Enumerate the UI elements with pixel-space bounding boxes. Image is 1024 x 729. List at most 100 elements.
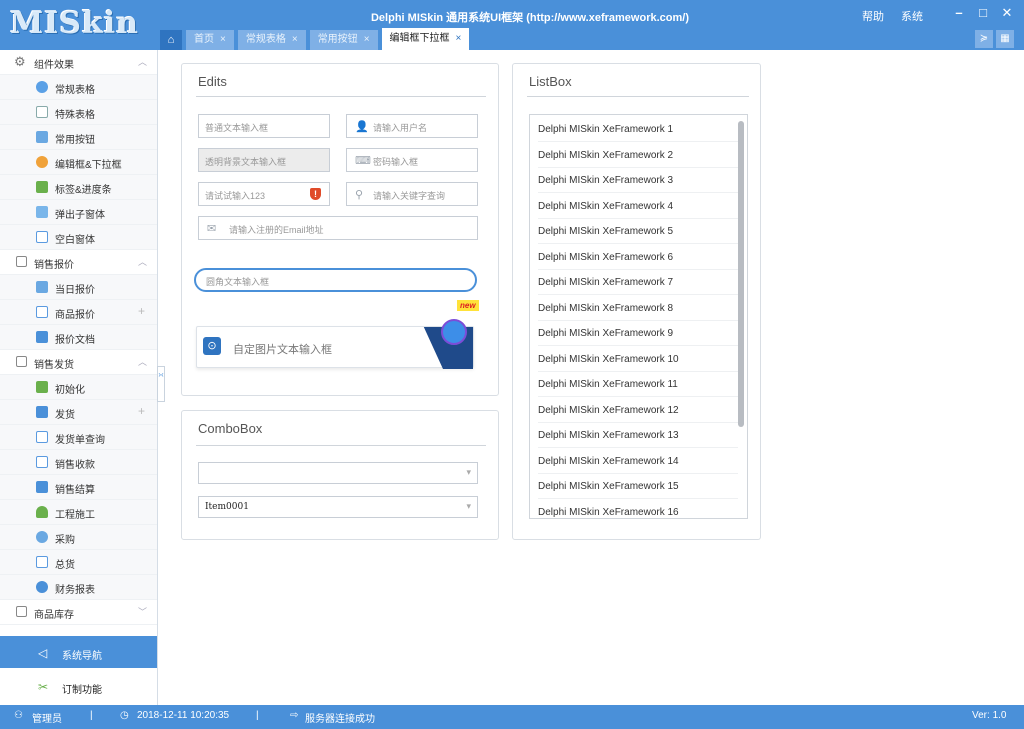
sidebar-item-construction[interactable]: 工程施工 [0, 500, 157, 525]
sidebar-group-sales-shipping[interactable]: 销售发货 ︿ [0, 350, 157, 375]
placeholder: 圆角文本输入框 [206, 277, 270, 287]
chevron-up-icon: ︿ [137, 57, 147, 67]
list-item[interactable]: Delphi MISkin XeFramework 15 [538, 474, 738, 499]
tab-close-icon[interactable]: × [456, 33, 462, 44]
tab-edit-combobox[interactable]: 编辑框下拉框 × [381, 28, 470, 50]
system-nav-button[interactable]: ◁ 系统导航 [0, 636, 157, 668]
expand-icon[interactable]: + [138, 404, 145, 418]
title-bar: MISkin Delphi MISkin 通用系统UI框架 (http://ww… [0, 0, 1024, 50]
sidebar-item-common-buttons[interactable]: 常用按钮 [0, 125, 157, 150]
tab-common-buttons[interactable]: 常用按钮 × [309, 30, 378, 50]
list-item[interactable]: Delphi MISkin XeFramework 7 [538, 270, 738, 295]
item-label: 弹出子窗体 [55, 210, 105, 221]
sidebar-item-edit-combobox[interactable]: 编辑框&下拉框 [0, 150, 157, 175]
list-item[interactable]: Delphi MISkin XeFramework 14 [538, 449, 738, 474]
status-user: 管理员 [32, 714, 62, 725]
sidebar-item-sales-receipt[interactable]: 销售收款 [0, 450, 157, 475]
sidebar-item-purchase[interactable]: 采购 [0, 525, 157, 550]
tab-regular-table[interactable]: 常规表格 × [237, 30, 306, 50]
list-item[interactable]: Delphi MISkin XeFramework 9 [538, 321, 738, 346]
grid-menu-icon[interactable]: ▦ [996, 30, 1014, 48]
list-item[interactable]: Delphi MISkin XeFramework 4 [538, 194, 738, 219]
tab-close-icon[interactable]: × [292, 34, 298, 45]
sidebar-item-popup-child[interactable]: 弹出子窗体 [0, 200, 157, 225]
keyword-search-input[interactable]: ⚲ 请输入关键字查询 [346, 182, 478, 206]
tab-close-icon[interactable]: × [220, 34, 226, 45]
item-label: 销售收款 [55, 460, 95, 471]
sidebar-group-sales-quote[interactable]: 销售报价 ︿ [0, 250, 157, 275]
list-item[interactable]: Delphi MISkin XeFramework 12 [538, 398, 738, 423]
item-label: 当日报价 [55, 285, 95, 296]
list-item-label: Delphi MISkin XeFramework 16 [538, 506, 679, 518]
sidebar-collapse-handle[interactable]: ›‹ [157, 366, 165, 402]
sidebar-group-components[interactable]: ⚙ 组件效果 ︿ [0, 50, 157, 75]
sidebar-item-special-table[interactable]: 特殊表格 [0, 100, 157, 125]
menu-system[interactable]: 系统 [901, 8, 923, 24]
plain-text-input[interactable]: 普通文本输入框 [198, 114, 330, 138]
combobox-2[interactable]: Item0001 ▾ [198, 496, 478, 518]
inventory-icon [16, 606, 27, 617]
list-item[interactable]: Delphi MISkin XeFramework 8 [538, 296, 738, 321]
listbox[interactable]: Delphi MISkin XeFramework 1 Delphi MISkin… [529, 114, 748, 519]
sidebar-item-ship[interactable]: 发货 + [0, 400, 157, 425]
item-label: 发货单查询 [55, 435, 105, 446]
sidebar-item-total-goods[interactable]: 总货 [0, 550, 157, 575]
expand-icon[interactable]: + [138, 304, 145, 318]
sidebar-item-financial-report[interactable]: 财务报表 [0, 575, 157, 600]
minimize-button[interactable]: – [948, 4, 970, 22]
test-input[interactable]: 请试试输入123 ! [198, 182, 330, 206]
collapse-all-icon[interactable]: ≽ [975, 30, 993, 48]
item-label: 工程施工 [55, 510, 95, 521]
separator: | [256, 710, 259, 721]
sidebar-item-product-quote[interactable]: 商品报价 + [0, 300, 157, 325]
sidebar-item-quote-docs[interactable]: 报价文档 [0, 325, 157, 350]
item-label: 编辑框&下拉框 [55, 160, 122, 171]
list-item[interactable]: Delphi MISkin XeFramework 3 [538, 168, 738, 193]
placeholder: 密码输入框 [373, 157, 419, 167]
list-icon [36, 306, 48, 318]
item-label: 销售结算 [55, 485, 95, 496]
combobox-1[interactable]: ▾ [198, 462, 478, 484]
chat-icon: ⊙ [203, 337, 221, 355]
placeholder: 请输入关键字查询 [373, 191, 446, 201]
list-item[interactable]: Delphi MISkin XeFramework 11 [538, 372, 738, 397]
list-item[interactable]: Delphi MISkin XeFramework 6 [538, 245, 738, 270]
list-item[interactable]: Delphi MISkin XeFramework 1 [538, 117, 738, 142]
init-icon [36, 381, 48, 393]
keyboard-icon: ⌨ [355, 155, 371, 167]
email-input[interactable]: ✉ 请输入注册的Email地址 [198, 216, 478, 240]
sidebar-item-label-progress[interactable]: 标签&进度条 [0, 175, 157, 200]
custom-function-button[interactable]: ✂ 订制功能 [0, 670, 157, 702]
list-item[interactable]: Delphi MISkin XeFramework 10 [538, 347, 738, 372]
list-item[interactable]: Delphi MISkin XeFramework 5 [538, 219, 738, 244]
edits-title: Edits [198, 74, 227, 89]
rounded-input[interactable]: 圆角文本输入框 [194, 268, 477, 292]
item-label: 初始化 [55, 385, 85, 396]
list-item[interactable]: Delphi MISkin XeFramework 13 [538, 423, 738, 448]
menu-help[interactable]: 帮助 [862, 8, 884, 24]
close-button[interactable]: ✕ [996, 4, 1018, 22]
tab-label: 常用按钮 [317, 34, 358, 45]
sidebar-item-blank-form[interactable]: 空白窗体 [0, 225, 157, 250]
combobox-value: Item0001 [205, 502, 249, 512]
list-item[interactable]: Delphi MISkin XeFramework 2 [538, 143, 738, 168]
scrollbar-thumb[interactable] [738, 121, 744, 427]
sidebar-item-sales-settlement[interactable]: 销售结算 [0, 475, 157, 500]
sidebar-item-regular-table[interactable]: 常规表格 [0, 75, 157, 100]
tab-close-icon[interactable]: × [364, 34, 370, 45]
sidebar-group-inventory[interactable]: 商品库存 ﹀ [0, 600, 157, 625]
sidebar-item-ship-query[interactable]: 发货单查询 [0, 425, 157, 450]
list-item-label: Delphi MISkin XeFramework 13 [538, 430, 679, 441]
sidebar-item-daily-quote[interactable]: 当日报价 [0, 275, 157, 300]
password-input[interactable]: ⌨ 密码输入框 [346, 148, 478, 172]
username-input[interactable]: 👤 请输入用户名 [346, 114, 478, 138]
home-tab[interactable]: ⌂ [160, 30, 182, 50]
new-badge: new [457, 300, 479, 311]
transparent-input[interactable]: 透明背景文本输入框 [198, 148, 330, 172]
list-item[interactable]: Delphi MISkin XeFramework 16 [538, 500, 738, 519]
sidebar-item-initialize[interactable]: 初始化 [0, 375, 157, 400]
listbox-title: ListBox [529, 74, 572, 89]
image-text-input[interactable]: ⊙ 自定图片文本输入框 [196, 319, 474, 369]
maximize-button[interactable]: □ [972, 4, 994, 22]
tab-home[interactable]: 首页 × [186, 30, 234, 50]
